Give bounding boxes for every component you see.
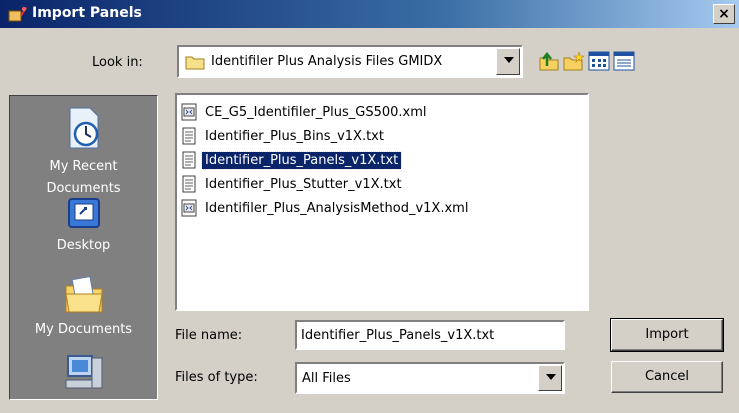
title-bar: Import Panels × (0, 0, 739, 28)
close-button[interactable]: × (713, 4, 735, 24)
file-name-input[interactable] (295, 320, 565, 350)
look-in-label: Look in: (92, 55, 143, 70)
place-label: My Documents (34, 322, 133, 337)
files-of-type-label: Files of type: (175, 370, 258, 385)
place-label: My Recent Documents (46, 159, 121, 196)
file-list[interactable]: CE_G5_Identifiler_Plus_GS500.xml Identif… (175, 93, 589, 311)
view-icons-icon[interactable] (588, 50, 610, 72)
up-one-level-icon[interactable] (538, 50, 560, 72)
cancel-button[interactable]: Cancel (611, 361, 723, 393)
look-in-dropdown-arrow[interactable] (496, 48, 520, 75)
place-my-computer[interactable] (10, 352, 157, 392)
place-my-recent-documents[interactable]: My Recent Documents (10, 104, 157, 200)
text-file-icon (182, 127, 196, 145)
xml-file-icon (181, 103, 197, 121)
files-of-type-dropdown-arrow[interactable] (538, 365, 562, 391)
import-button[interactable]: Import (610, 318, 724, 352)
place-my-documents[interactable]: My Documents (10, 274, 157, 337)
file-item[interactable]: Identifier_Plus_Bins_v1X.txt (181, 126, 387, 146)
file-item[interactable]: CE_G5_Identifiler_Plus_GS500.xml (181, 102, 430, 122)
text-file-icon (182, 151, 196, 169)
import-panels-icon (8, 7, 27, 22)
desktop-icon (67, 198, 100, 228)
clock-document-icon (69, 107, 98, 149)
places-bar: My Recent Documents Desktop My Documents (9, 95, 158, 400)
view-details-icon[interactable] (613, 50, 635, 72)
files-of-type-value: All Files (302, 371, 351, 386)
text-file-icon (182, 175, 196, 193)
xml-file-icon (181, 199, 197, 217)
look-in-dropdown[interactable]: Identifiler Plus Analysis Files GMIDX (177, 45, 523, 78)
new-folder-icon[interactable] (562, 50, 586, 72)
place-desktop[interactable]: Desktop (10, 196, 157, 253)
file-item[interactable]: Identifiler_Plus_AnalysisMethod_v1X.xml (181, 198, 471, 218)
file-item[interactable]: Identifier_Plus_Stutter_v1X.txt (181, 174, 405, 194)
file-item-selected[interactable]: Identifier_Plus_Panels_v1X.txt (181, 150, 403, 170)
files-of-type-dropdown[interactable]: All Files (295, 362, 565, 394)
file-name-label: File name: (175, 328, 243, 343)
place-label: Desktop (56, 238, 111, 253)
look-in-value: Identifiler Plus Analysis Files GMIDX (211, 54, 443, 69)
folder-documents-icon (64, 276, 103, 313)
computer-icon (65, 355, 102, 389)
window-title: Import Panels (32, 5, 142, 21)
folder-icon (185, 56, 205, 70)
